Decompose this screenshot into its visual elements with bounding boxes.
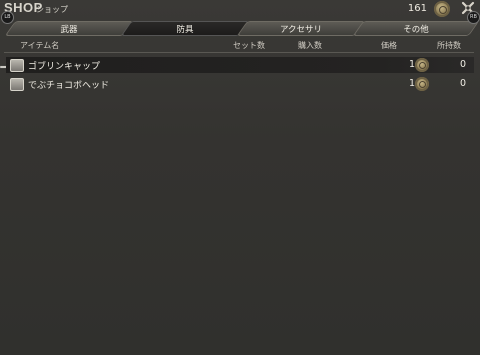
tab-armor-label: 防具	[176, 25, 194, 35]
shop-window: SHOP ショップ 161 武器 防具 アクセサリ その他 LB RB アイテム…	[0, 0, 480, 355]
item-owned: 0	[460, 78, 467, 89]
gil-coin-icon	[415, 77, 429, 91]
rb-shoulder-icon: RB	[467, 11, 480, 24]
armor-item-icon	[10, 78, 24, 91]
gil-coin-icon	[415, 58, 429, 72]
item-owned: 0	[460, 59, 467, 70]
category-tabs: 武器 防具 アクセサリ その他	[0, 21, 480, 37]
armor-item-icon	[10, 59, 24, 72]
column-owned: 所持数	[437, 41, 461, 50]
tab-other-label: その他	[403, 25, 429, 35]
tab-weapons-label: 武器	[60, 25, 78, 35]
lb-shoulder-icon: LB	[1, 11, 14, 24]
tab-accessories-label: アクセサリ	[279, 25, 323, 35]
header-divider	[4, 52, 474, 53]
item-name: ゴブリンキャップ	[28, 62, 101, 72]
list-item[interactable]: ゴブリンキャップ 1 0	[6, 57, 474, 73]
list-item[interactable]: でぶチョコボヘッド 1 0	[6, 76, 474, 92]
column-buy-count: 購入数	[298, 41, 322, 50]
gil-amount: 161	[407, 3, 427, 14]
window-subtitle: ショップ	[36, 5, 68, 14]
column-set-count: セット数	[233, 41, 265, 50]
column-price: 価格	[381, 41, 397, 50]
gil-coin-icon	[434, 1, 450, 17]
column-item-name: アイテム名	[20, 41, 60, 50]
window-header: SHOP ショップ 161	[0, 0, 480, 20]
item-name: でぶチョコボヘッド	[28, 81, 110, 91]
